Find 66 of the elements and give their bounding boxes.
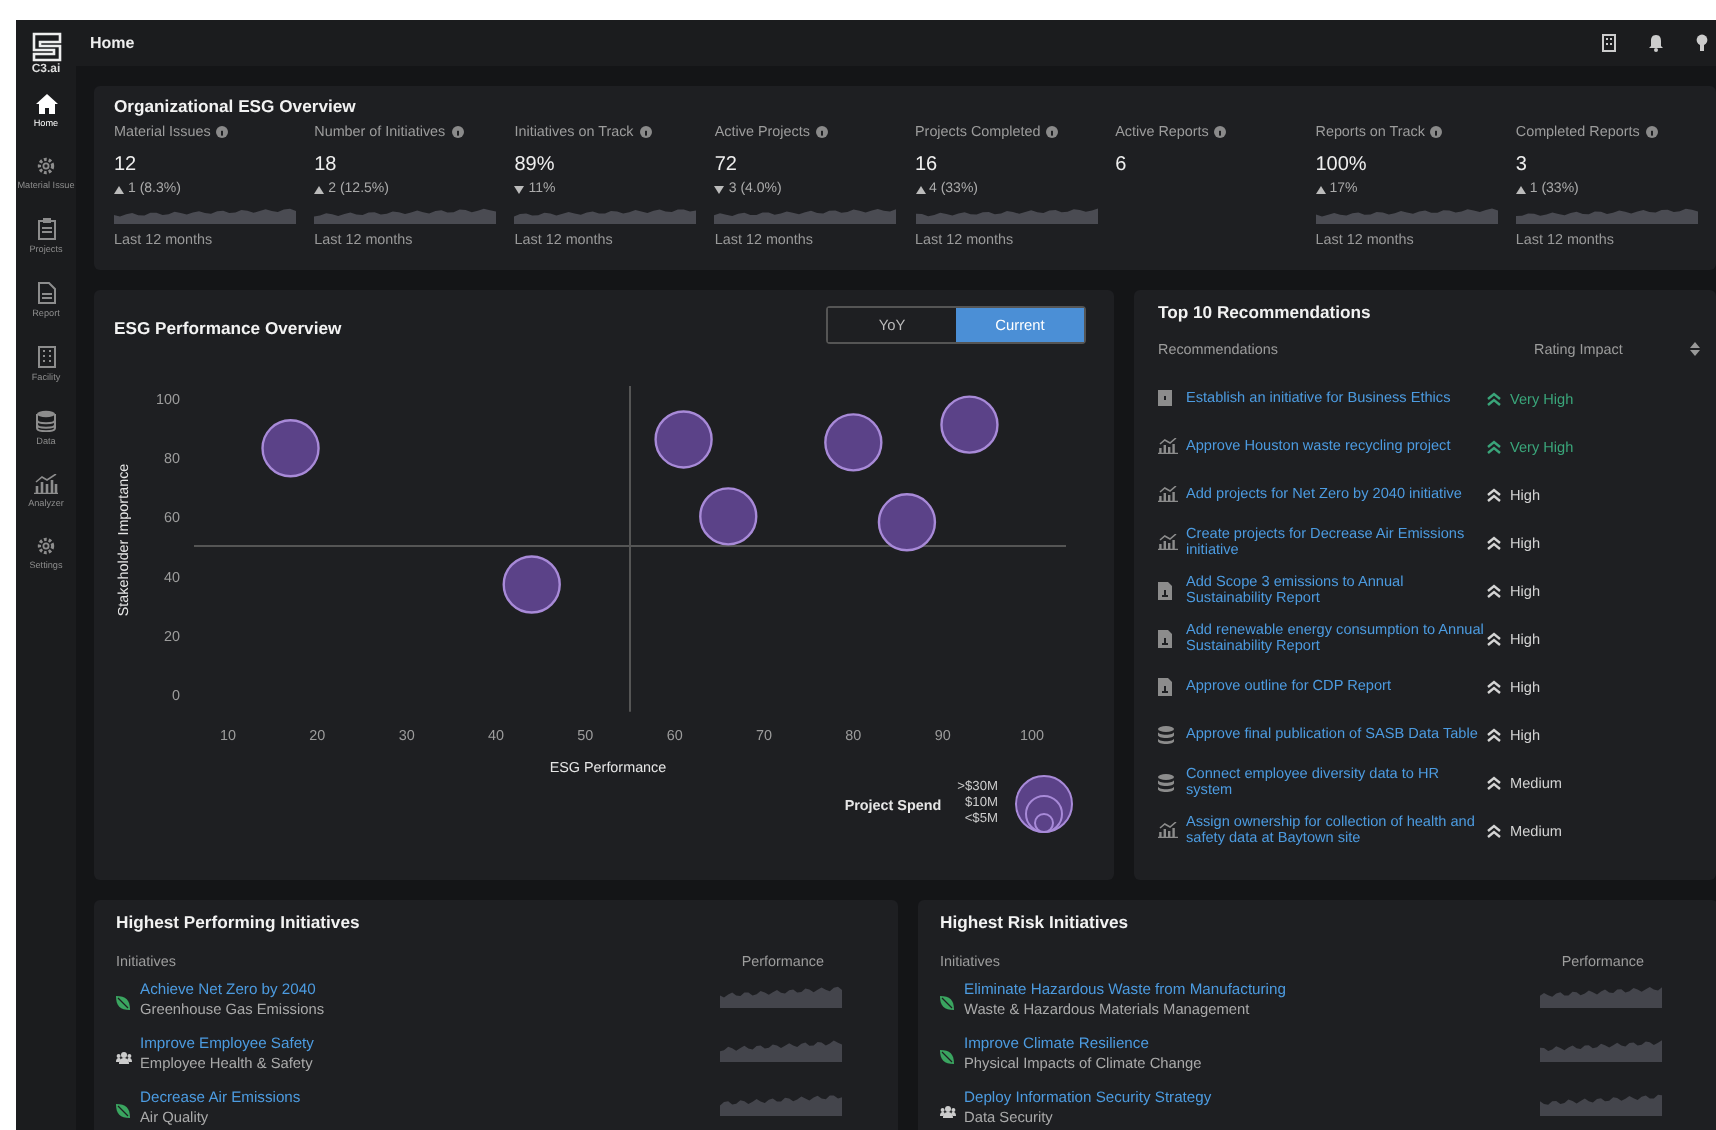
- bar-chart-icon: [1158, 534, 1178, 550]
- up-triangle-icon: [1515, 185, 1526, 193]
- logo-icon: [31, 32, 61, 62]
- metric-value: 18: [314, 154, 337, 176]
- metric-value: 12: [114, 154, 137, 176]
- up-triangle-icon: [114, 185, 124, 193]
- info-icon[interactable]: [451, 125, 464, 137]
- info-icon[interactable]: [216, 125, 229, 137]
- info-icon[interactable]: [639, 125, 652, 137]
- gear-icon: [36, 156, 56, 177]
- leaf-icon: [116, 996, 130, 1010]
- bell-icon[interactable]: [1648, 34, 1664, 52]
- bubble[interactable]: [502, 555, 561, 614]
- down-triangle-icon: [714, 185, 725, 193]
- database-icon: [1158, 773, 1174, 791]
- card-title: Highest Performing Initiatives: [116, 912, 362, 932]
- metric-value: 16: [915, 154, 938, 176]
- database-icon: [1158, 725, 1174, 743]
- card-title: Organizational ESG Overview: [114, 96, 358, 116]
- info-icon[interactable]: [1430, 125, 1443, 137]
- card-title: Highest Risk Initiatives: [940, 912, 1131, 932]
- leaf-icon: [116, 1104, 130, 1118]
- page-title: Home: [90, 34, 135, 52]
- metric-value: 100%: [1315, 154, 1367, 176]
- info-icon[interactable]: [815, 125, 828, 137]
- down-triangle-icon: [514, 185, 525, 193]
- document-icon: [1158, 581, 1172, 599]
- bubble-size-legend-drawing: [1014, 774, 1074, 834]
- bar-chart-icon: [1158, 486, 1178, 502]
- bar-chart-icon: [1158, 822, 1178, 838]
- gear-icon: [36, 536, 56, 557]
- database-icon: [36, 410, 56, 433]
- bubble[interactable]: [654, 410, 713, 469]
- document-icon: [1158, 677, 1172, 695]
- info-icon[interactable]: [1214, 125, 1227, 137]
- bubble[interactable]: [824, 413, 883, 472]
- clipboard-icon: [37, 218, 55, 241]
- bubble[interactable]: [261, 419, 320, 478]
- leaf-icon: [940, 1050, 954, 1064]
- sort-icon[interactable]: [1690, 342, 1700, 356]
- bar-chart-icon: [34, 474, 58, 495]
- home-icon: [35, 94, 57, 114]
- document-icon: [37, 282, 55, 305]
- bubble[interactable]: [940, 395, 999, 454]
- bubble[interactable]: [699, 487, 758, 546]
- info-icon[interactable]: [1645, 125, 1658, 137]
- bubble[interactable]: [877, 493, 937, 552]
- leaf-icon: [940, 996, 954, 1010]
- metric-value: 89%: [514, 154, 555, 176]
- card-title: ESG Performance Overview: [114, 317, 342, 337]
- metric-value: 3: [1515, 154, 1527, 176]
- building-icon[interactable]: [1602, 34, 1616, 52]
- bar-chart-icon: [1158, 438, 1178, 454]
- metric-value: 6: [1115, 154, 1127, 176]
- document-icon: [1158, 629, 1172, 647]
- lightbulb-icon[interactable]: [1696, 34, 1708, 52]
- info-icon[interactable]: [1046, 125, 1059, 137]
- metric-value: 72: [714, 154, 737, 176]
- up-triangle-icon: [1315, 185, 1326, 193]
- up-triangle-icon: [314, 185, 325, 193]
- building-icon: [37, 346, 55, 369]
- up-triangle-icon: [915, 185, 925, 193]
- people-icon: [940, 1106, 956, 1118]
- building-icon: [1158, 390, 1172, 406]
- card-title: Top 10 Recommendations: [1158, 302, 1373, 322]
- people-icon: [116, 1052, 132, 1064]
